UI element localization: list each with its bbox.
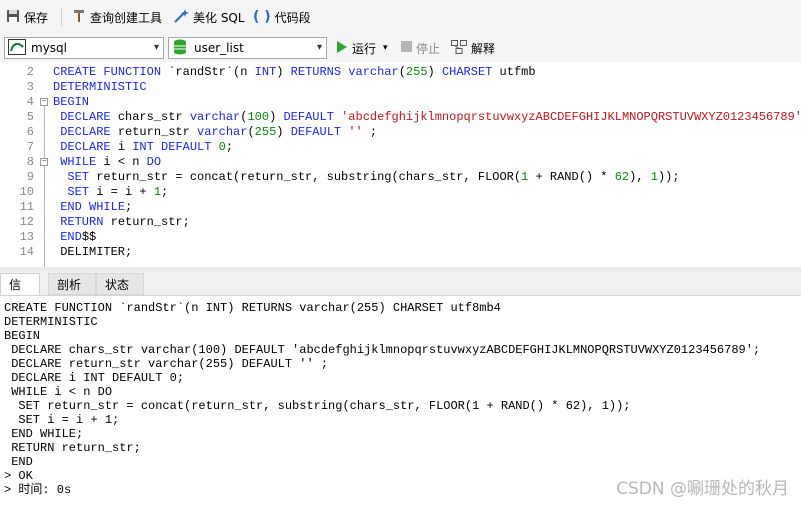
output-line: END WHILE; bbox=[4, 427, 84, 441]
code-text: SET i = i + 1; bbox=[67, 185, 169, 199]
tab-status[interactable]: 状态 bbox=[96, 273, 144, 295]
snippet-button[interactable]: ( ) 代码段 bbox=[253, 7, 311, 27]
line-number: 7 bbox=[26, 140, 34, 154]
query-builder-label: 查询创建工具 bbox=[90, 10, 163, 25]
query-builder-button[interactable]: 查询创建工具 bbox=[72, 7, 162, 27]
snippet-icon: ( ) bbox=[253, 9, 271, 25]
editor-line[interactable]: 12 RETURN return_str; bbox=[0, 215, 801, 230]
code-text: CREATE FUNCTION `randStr`(n INT) RETURNS… bbox=[53, 65, 536, 79]
query-builder-icon bbox=[72, 9, 86, 26]
mysql-connection-icon bbox=[8, 38, 26, 58]
line-number: 6 bbox=[26, 125, 34, 139]
output-line: SET i = i + 1; bbox=[4, 413, 120, 427]
output-line: END bbox=[4, 455, 33, 469]
tab-profile[interactable]: 剖析 bbox=[48, 273, 96, 295]
stop-icon bbox=[401, 41, 412, 55]
editor-line[interactable]: 10 SET i = i + 1; bbox=[0, 185, 801, 200]
connection-select[interactable]: mysql ▾ bbox=[4, 37, 164, 59]
stop-label: 停止 bbox=[416, 41, 441, 56]
code-text: DECLARE chars_str varchar(100) DEFAULT '… bbox=[60, 110, 801, 124]
line-number: 4 bbox=[26, 95, 34, 109]
code-text: DECLARE return_str varchar(255) DEFAULT … bbox=[60, 125, 378, 139]
line-number: 8 bbox=[26, 155, 34, 169]
output-line: > OK bbox=[4, 469, 33, 483]
beautify-icon bbox=[173, 8, 189, 27]
editor-line[interactable]: 5 DECLARE chars_str varchar(100) DEFAULT… bbox=[0, 110, 801, 125]
save-button[interactable]: 保存 bbox=[6, 7, 48, 27]
editor-line[interactable]: 9 SET return_str = concat(return_str, su… bbox=[0, 170, 801, 185]
explain-icon bbox=[451, 39, 467, 57]
code-text: DELIMITER; bbox=[53, 245, 133, 259]
beautify-label: 美化 SQL bbox=[193, 10, 245, 25]
output-line: SET return_str = concat(return_str, subs… bbox=[4, 399, 631, 413]
line-number: 10 bbox=[19, 185, 34, 199]
stop-button[interactable]: 停止 bbox=[401, 38, 440, 58]
code-text: RETURN return_str; bbox=[60, 215, 190, 229]
beautify-sql-button[interactable]: 美化 SQL bbox=[173, 7, 245, 27]
code-text: BEGIN bbox=[53, 95, 90, 109]
editor-line[interactable]: 4− BEGIN bbox=[0, 95, 801, 110]
result-tabs: 信息 剖析 状态 bbox=[0, 271, 801, 314]
database-value: user_list bbox=[194, 41, 244, 55]
line-number: 9 bbox=[26, 170, 34, 184]
line-number: 11 bbox=[19, 200, 34, 214]
chevron-down-icon: ▾ bbox=[316, 42, 322, 53]
code-text: DETERMINISTIC bbox=[53, 80, 147, 94]
code-text: SET return_str = concat(return_str, subs… bbox=[67, 170, 680, 184]
code-text: END WHILE; bbox=[60, 200, 133, 214]
toolbar-separator bbox=[61, 8, 62, 26]
output-line: DECLARE return_str varchar(255) DEFAULT … bbox=[4, 357, 329, 371]
code-text: WHILE i < n DO bbox=[60, 155, 162, 169]
line-number: 12 bbox=[19, 215, 34, 229]
code-text: DECLARE i INT DEFAULT 0; bbox=[60, 140, 234, 154]
sql-editor[interactable]: 2 CREATE FUNCTION `randStr`(n INT) RETURN… bbox=[0, 62, 801, 267]
line-number: 3 bbox=[26, 80, 34, 94]
connection-value: mysql bbox=[31, 41, 67, 55]
tab-info[interactable]: 信息 bbox=[0, 273, 40, 314]
run-dropdown-icon[interactable]: ▾ bbox=[383, 43, 388, 53]
editor-line[interactable]: 3 DETERMINISTIC bbox=[0, 80, 801, 95]
output-line: > 时间: 0s bbox=[4, 483, 72, 497]
code-text: END$$ bbox=[60, 230, 97, 244]
editor-line[interactable]: 6 DECLARE return_str varchar(255) DEFAUL… bbox=[0, 125, 801, 140]
database-icon bbox=[172, 39, 188, 58]
chevron-down-icon: ▾ bbox=[153, 42, 159, 53]
run-icon bbox=[336, 40, 348, 56]
line-number: 14 bbox=[19, 245, 34, 259]
output-line: WHILE i < n DO bbox=[4, 385, 113, 399]
output-line: RETURN return_str; bbox=[4, 441, 141, 455]
editor-line[interactable]: 13 END$$ bbox=[0, 230, 801, 245]
explain-button[interactable]: 解释 bbox=[451, 38, 495, 58]
editor-line[interactable]: 14 DELIMITER; bbox=[0, 245, 801, 260]
output-line: DECLARE chars_str varchar(100) DEFAULT '… bbox=[4, 343, 761, 357]
run-label: 运行 bbox=[352, 41, 377, 56]
save-icon bbox=[6, 9, 20, 26]
editor-line[interactable]: 7 DECLARE i INT DEFAULT 0; bbox=[0, 140, 801, 155]
line-number: 5 bbox=[26, 110, 34, 124]
output-line: DETERMINISTIC bbox=[4, 315, 98, 329]
connection-bar: mysql ▾ user_list ▾ 运行 ▾ 停止 解释 bbox=[0, 34, 801, 62]
output-line: CREATE FUNCTION `randStr`(n INT) RETURNS… bbox=[4, 301, 501, 315]
fold-toggle-icon[interactable]: − bbox=[40, 158, 48, 166]
fold-toggle-icon[interactable]: − bbox=[40, 98, 48, 106]
editor-line[interactable]: 11 END WHILE; bbox=[0, 200, 801, 215]
line-number: 2 bbox=[26, 65, 34, 79]
output-line: BEGIN bbox=[4, 329, 41, 343]
run-button[interactable]: 运行 ▾ bbox=[336, 38, 388, 58]
line-number: 13 bbox=[19, 230, 34, 244]
database-select[interactable]: user_list ▾ bbox=[168, 37, 327, 59]
explain-label: 解释 bbox=[471, 41, 496, 56]
editor-line[interactable]: 2 CREATE FUNCTION `randStr`(n INT) RETURN… bbox=[0, 65, 801, 80]
main-toolbar: 保存 查询创建工具 美化 SQL ( ) 代码段 bbox=[0, 0, 801, 34]
output-line: DECLARE i INT DEFAULT 0; bbox=[4, 371, 185, 385]
snippet-label: 代码段 bbox=[274, 10, 311, 25]
watermark: CSDN @唰珊处的秋月 bbox=[616, 479, 789, 499]
save-label: 保存 bbox=[24, 10, 49, 25]
editor-line[interactable]: 8− WHILE i < n DO bbox=[0, 155, 801, 170]
